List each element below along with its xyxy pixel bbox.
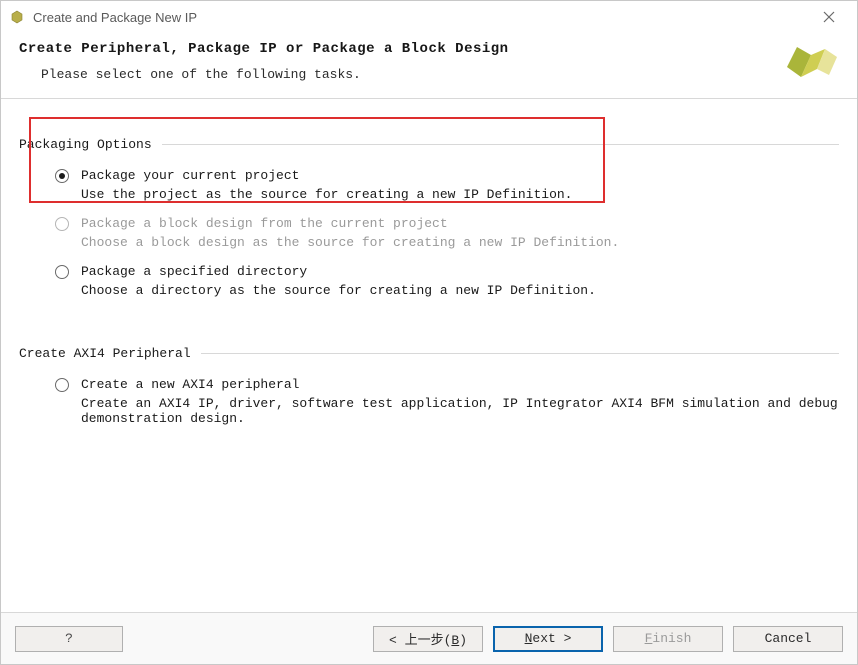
radio-icon [55,169,69,183]
rule [201,353,839,354]
option-description: Choose a directory as the source for cre… [81,281,839,298]
rule [162,144,839,145]
section-title-packaging: Packaging Options [19,137,839,152]
window-title: Create and Package New IP [33,10,809,25]
option-texts: Package a block design from the current … [81,216,839,250]
option-description: Choose a block design as the source for … [81,233,839,250]
radio-icon [55,265,69,279]
close-icon [823,11,835,23]
section-label: Packaging Options [19,137,152,152]
option-texts: Create a new AXI4 peripheral Create an A… [81,377,839,426]
packaging-options: Package your current project Use the pro… [19,162,839,306]
page-subheading: Please select one of the following tasks… [19,57,839,84]
wizard-window: Create and Package New IP Create Periphe… [0,0,858,665]
close-button[interactable] [809,3,849,31]
radio-icon [55,217,69,231]
back-button[interactable]: < 上一步(B) [373,626,483,652]
help-button[interactable]: ? [15,626,123,652]
vivado-logo [783,39,839,83]
next-button[interactable]: Next > [493,626,603,652]
option-title: Package a block design from the current … [81,216,839,233]
page-heading: Create Peripheral, Package IP or Package… [19,41,839,57]
option-package-block-design: Package a block design from the current … [19,210,839,258]
cancel-button[interactable]: Cancel [733,626,843,652]
option-title: Create a new AXI4 peripheral [81,377,839,394]
button-label: Finish [645,631,692,646]
app-icon [9,9,25,25]
option-create-axi4-peripheral[interactable]: Create a new AXI4 peripheral Create an A… [19,371,839,434]
section-title-axi: Create AXI4 Peripheral [19,346,839,361]
option-texts: Package your current project Use the pro… [81,168,839,202]
wizard-body: Packaging Options Package your current p… [1,99,857,612]
option-title: Package a specified directory [81,264,839,281]
option-description: Create an AXI4 IP, driver, software test… [81,394,839,426]
button-label: < 上一步(B) [389,629,467,648]
wizard-header: Create Peripheral, Package IP or Package… [1,33,857,99]
title-bar: Create and Package New IP [1,1,857,33]
option-description: Use the project as the source for creati… [81,185,839,202]
radio-icon [55,378,69,392]
option-title: Package your current project [81,168,839,185]
wizard-footer: ? < 上一步(B) Next > Finish Cancel [1,612,857,664]
option-package-current-project[interactable]: Package your current project Use the pro… [19,162,839,210]
section-label: Create AXI4 Peripheral [19,346,191,361]
finish-button: Finish [613,626,723,652]
axi-options: Create a new AXI4 peripheral Create an A… [19,371,839,434]
button-label: ? [65,631,73,646]
option-package-specified-directory[interactable]: Package a specified directory Choose a d… [19,258,839,306]
button-label: Next > [525,631,572,646]
button-label: Cancel [765,631,812,646]
option-texts: Package a specified directory Choose a d… [81,264,839,298]
